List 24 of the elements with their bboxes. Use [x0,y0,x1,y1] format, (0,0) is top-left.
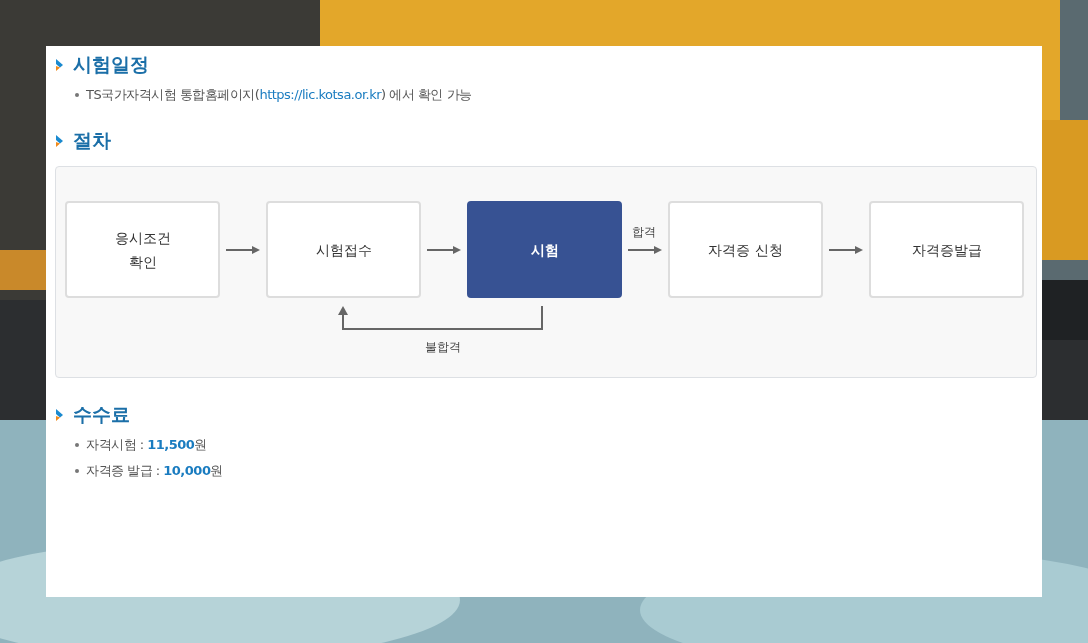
chevron-icon [55,134,65,148]
chevron-icon [55,58,65,72]
process-step: 시험 [467,201,622,298]
process-step: 시험접수 [266,201,421,298]
bullet-icon [75,443,79,447]
fail-label: 불합격 [425,339,461,356]
fee-text: 자격증 발급 : 10,000원 [86,462,223,480]
arrow-icon [829,244,863,255]
arrow-icon [427,244,461,255]
bullet-icon [75,93,79,97]
fee-text: 자격시험 : 11,500원 [86,436,207,454]
schedule-text: TS국가자격시험 통합홈페이지(https://lic.kotsa.or.kr) 에서 확인 가능 [86,86,472,104]
bullet-icon [75,469,79,473]
process-step: 응시조건 확인 [65,201,220,298]
section-title: 절차 [73,128,111,153]
chevron-icon [55,408,65,422]
process-step: 자격증발급 [869,201,1024,298]
process-step: 자격증 신청 [668,201,823,298]
section-title: 수수료 [73,402,130,427]
arrow-icon [628,244,662,255]
arrow-icon [226,244,260,255]
pass-label: 합격 [632,223,656,241]
section-title: 시험일정 [73,52,149,77]
homepage-link[interactable]: https://lic.kotsa.or.kr [259,87,382,102]
